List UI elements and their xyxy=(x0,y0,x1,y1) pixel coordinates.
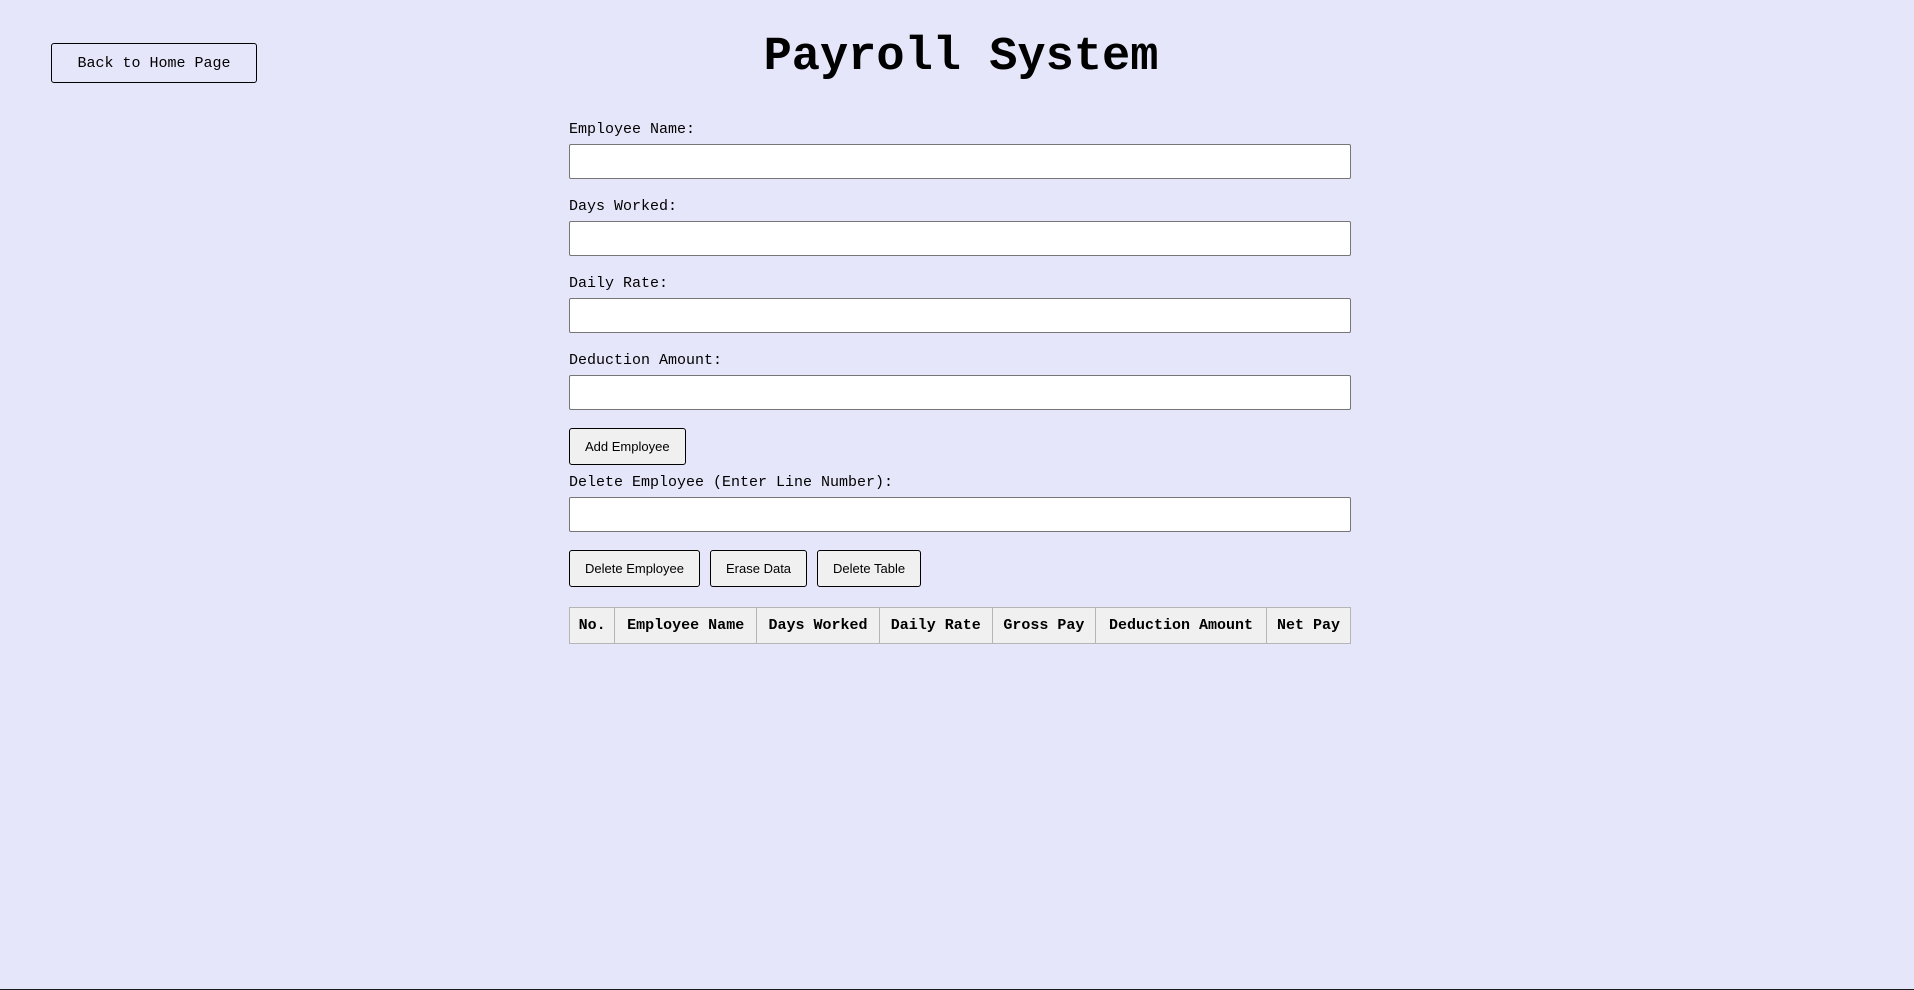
daily-rate-input[interactable] xyxy=(569,298,1351,333)
deduction-amount-label: Deduction Amount: xyxy=(569,352,723,369)
delete-table-button[interactable]: Delete Table xyxy=(817,550,922,587)
employee-name-input[interactable] xyxy=(569,144,1351,179)
page-title: Payroll System xyxy=(763,31,1159,84)
days-worked-label: Days Worked: xyxy=(569,198,678,215)
employee-name-field: Employee Name: xyxy=(569,120,1351,179)
column-header-days-worked: Days Worked xyxy=(756,607,880,644)
column-header-no: No. xyxy=(568,607,616,644)
deduction-amount-input[interactable] xyxy=(569,375,1351,410)
payroll-table-header: No. Employee Name Days Worked Daily Rate… xyxy=(568,607,1351,644)
delete-line-field: Delete Employee (Enter Line Number): xyxy=(569,473,1351,532)
delete-employee-button[interactable]: Delete Employee xyxy=(569,550,700,587)
days-worked-field: Days Worked: xyxy=(569,197,1351,256)
daily-rate-field: Daily Rate: xyxy=(569,274,1351,333)
column-header-daily-rate: Daily Rate xyxy=(878,607,993,644)
table-actions: Delete Employee Erase Data Delete Table xyxy=(569,550,1351,587)
days-worked-input[interactable] xyxy=(569,221,1351,256)
daily-rate-label: Daily Rate: xyxy=(569,275,669,292)
column-header-gross-pay: Gross Pay xyxy=(991,607,1097,644)
table-header-row: No. Employee Name Days Worked Daily Rate… xyxy=(568,607,1351,644)
column-header-net-pay: Net Pay xyxy=(1266,607,1351,644)
employee-name-label: Employee Name: xyxy=(569,121,696,138)
add-employee-row: Add Employee xyxy=(569,428,1351,465)
add-employee-button[interactable]: Add Employee xyxy=(569,428,686,465)
delete-line-label: Delete Employee (Enter Line Number): xyxy=(569,474,894,491)
column-header-employee-name: Employee Name xyxy=(614,607,758,644)
payroll-form: Employee Name: Days Worked: Daily Rate: … xyxy=(568,120,1351,644)
payroll-table: No. Employee Name Days Worked Daily Rate… xyxy=(568,607,1351,644)
deduction-amount-field: Deduction Amount: xyxy=(569,351,1351,410)
erase-data-button[interactable]: Erase Data xyxy=(710,550,808,587)
delete-line-input[interactable] xyxy=(569,497,1351,532)
column-header-deduction-amount: Deduction Amount xyxy=(1095,607,1268,644)
